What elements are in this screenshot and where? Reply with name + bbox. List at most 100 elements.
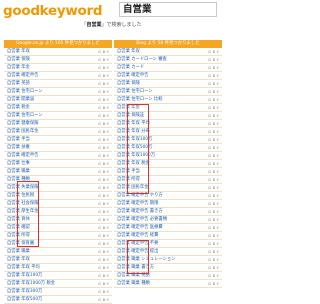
- left-keyword-link[interactable]: 自営業 住宅ローン: [7, 88, 43, 96]
- engine-link-g[interactable]: G: [98, 121, 101, 126]
- engine-link-b[interactable]: B: [213, 273, 216, 278]
- engine-link-b[interactable]: B: [103, 57, 106, 62]
- engine-link-b[interactable]: B: [103, 153, 106, 158]
- engine-link-g[interactable]: G: [208, 105, 211, 110]
- right-keyword-link[interactable]: 自営業 確定申告 書き方: [117, 208, 163, 216]
- engine-link-y[interactable]: Y: [107, 225, 109, 230]
- engine-link-g[interactable]: G: [208, 89, 211, 94]
- engine-link-b[interactable]: B: [103, 265, 106, 270]
- search-input[interactable]: [119, 2, 217, 17]
- engine-link-b[interactable]: B: [213, 81, 216, 86]
- engine-link-g[interactable]: G: [98, 161, 101, 166]
- engine-link-g[interactable]: G: [98, 241, 101, 246]
- right-keyword-link[interactable]: 自営業 カードローン 審査: [117, 56, 167, 64]
- right-keyword-link[interactable]: 自営業 職業 書き方: [117, 264, 154, 272]
- right-keyword-link[interactable]: 自営業 職業 英語: [117, 272, 150, 280]
- left-keyword-link[interactable]: 自営業 職業: [7, 248, 30, 256]
- engine-link-b[interactable]: B: [103, 113, 106, 118]
- right-keyword-link[interactable]: 自営業 確定申告 提出: [117, 248, 158, 256]
- engine-link-y[interactable]: Y: [107, 97, 109, 102]
- engine-link-b[interactable]: B: [103, 241, 106, 246]
- right-keyword-link[interactable]: 自営業 確定申告 必要書類: [117, 216, 167, 224]
- left-keyword-link[interactable]: 自営業 仕事: [7, 160, 30, 168]
- engine-link-b[interactable]: B: [103, 233, 106, 238]
- engine-link-g[interactable]: G: [98, 57, 101, 62]
- engine-link-b[interactable]: B: [213, 137, 216, 142]
- left-keyword-link[interactable]: 自営業 厚生年金: [7, 208, 38, 216]
- engine-link-b[interactable]: B: [103, 249, 106, 254]
- right-keyword-link[interactable]: 自営業 住宅ローン 比較: [117, 96, 163, 104]
- engine-link-b[interactable]: B: [213, 57, 216, 62]
- engine-link-g[interactable]: G: [98, 177, 101, 182]
- engine-link-g[interactable]: G: [98, 217, 101, 222]
- engine-link-g[interactable]: G: [208, 225, 211, 230]
- engine-link-g[interactable]: G: [208, 185, 211, 190]
- engine-link-b[interactable]: B: [213, 265, 216, 270]
- left-keyword-link[interactable]: 自営業 失業保険: [7, 184, 38, 192]
- engine-link-y[interactable]: Y: [217, 225, 219, 230]
- engine-link-y[interactable]: Y: [217, 145, 219, 150]
- engine-link-y[interactable]: Y: [217, 153, 219, 158]
- engine-link-g[interactable]: G: [98, 113, 101, 118]
- engine-link-b[interactable]: B: [213, 193, 216, 198]
- engine-link-y[interactable]: Y: [107, 65, 109, 70]
- engine-link-b[interactable]: B: [213, 225, 216, 230]
- engine-link-g[interactable]: G: [98, 225, 101, 230]
- engine-link-y[interactable]: Y: [107, 257, 109, 262]
- engine-link-g[interactable]: G: [208, 257, 211, 262]
- engine-link-b[interactable]: B: [103, 193, 106, 198]
- engine-link-y[interactable]: Y: [217, 217, 219, 222]
- engine-link-b[interactable]: B: [213, 89, 216, 94]
- engine-link-g[interactable]: G: [208, 73, 211, 78]
- left-keyword-link[interactable]: 自営業 年金: [7, 64, 30, 72]
- engine-link-b[interactable]: B: [213, 105, 216, 110]
- engine-link-y[interactable]: Y: [107, 209, 109, 214]
- left-keyword-link[interactable]: 自営業 年収: [7, 48, 30, 56]
- engine-link-y[interactable]: Y: [217, 105, 219, 110]
- left-keyword-link[interactable]: 自営業 英語: [7, 80, 30, 88]
- right-keyword-link[interactable]: 自営業 年収 平均: [117, 120, 150, 128]
- engine-link-g[interactable]: G: [208, 81, 211, 86]
- engine-link-y[interactable]: Y: [107, 289, 109, 294]
- right-keyword-link[interactable]: 自営業 確定申告 経費: [117, 232, 158, 240]
- engine-link-b[interactable]: B: [213, 65, 216, 70]
- left-keyword-link[interactable]: 自営業 年収100万: [7, 272, 42, 280]
- engine-link-g[interactable]: G: [208, 281, 211, 286]
- engine-link-b[interactable]: B: [213, 121, 216, 126]
- left-keyword-link[interactable]: 自営業 住民税: [7, 192, 34, 200]
- engine-link-y[interactable]: Y: [217, 113, 219, 118]
- engine-link-g[interactable]: G: [98, 233, 101, 238]
- engine-link-b[interactable]: B: [213, 49, 216, 54]
- engine-link-b[interactable]: B: [103, 73, 106, 78]
- engine-link-b[interactable]: B: [103, 145, 106, 150]
- engine-link-b[interactable]: B: [103, 281, 106, 286]
- engine-link-g[interactable]: G: [208, 97, 211, 102]
- engine-link-g[interactable]: G: [208, 65, 211, 70]
- left-keyword-link[interactable]: 自営業 確認: [7, 224, 30, 232]
- engine-link-y[interactable]: Y: [107, 89, 109, 94]
- engine-link-y[interactable]: Y: [107, 281, 109, 286]
- engine-link-y[interactable]: Y: [107, 121, 109, 126]
- left-keyword-link[interactable]: 自営業 税金: [7, 104, 30, 112]
- engine-link-g[interactable]: G: [98, 89, 101, 94]
- engine-link-g[interactable]: G: [98, 129, 101, 134]
- engine-link-g[interactable]: G: [208, 177, 211, 182]
- engine-link-g[interactable]: G: [98, 73, 101, 78]
- engine-link-b[interactable]: B: [213, 281, 216, 286]
- engine-link-b[interactable]: B: [103, 137, 106, 142]
- engine-link-y[interactable]: Y: [107, 241, 109, 246]
- engine-link-g[interactable]: G: [98, 201, 101, 206]
- engine-link-y[interactable]: Y: [107, 129, 109, 134]
- left-keyword-link[interactable]: 自営業 種類: [7, 176, 30, 184]
- engine-link-y[interactable]: Y: [107, 177, 109, 182]
- engine-link-b[interactable]: B: [213, 161, 216, 166]
- right-keyword-link[interactable]: 自営業 年収1000万: [117, 152, 155, 160]
- engine-link-b[interactable]: B: [213, 145, 216, 150]
- engine-link-y[interactable]: Y: [217, 265, 219, 270]
- engine-link-y[interactable]: Y: [217, 49, 219, 54]
- engine-link-g[interactable]: G: [98, 105, 101, 110]
- right-keyword-link[interactable]: 自営業 確定申告: [117, 72, 148, 80]
- left-keyword-link[interactable]: 自営業 確定申告: [7, 152, 38, 160]
- left-keyword-link[interactable]: 自営業 年収 平均: [7, 264, 40, 272]
- engine-link-y[interactable]: Y: [217, 57, 219, 62]
